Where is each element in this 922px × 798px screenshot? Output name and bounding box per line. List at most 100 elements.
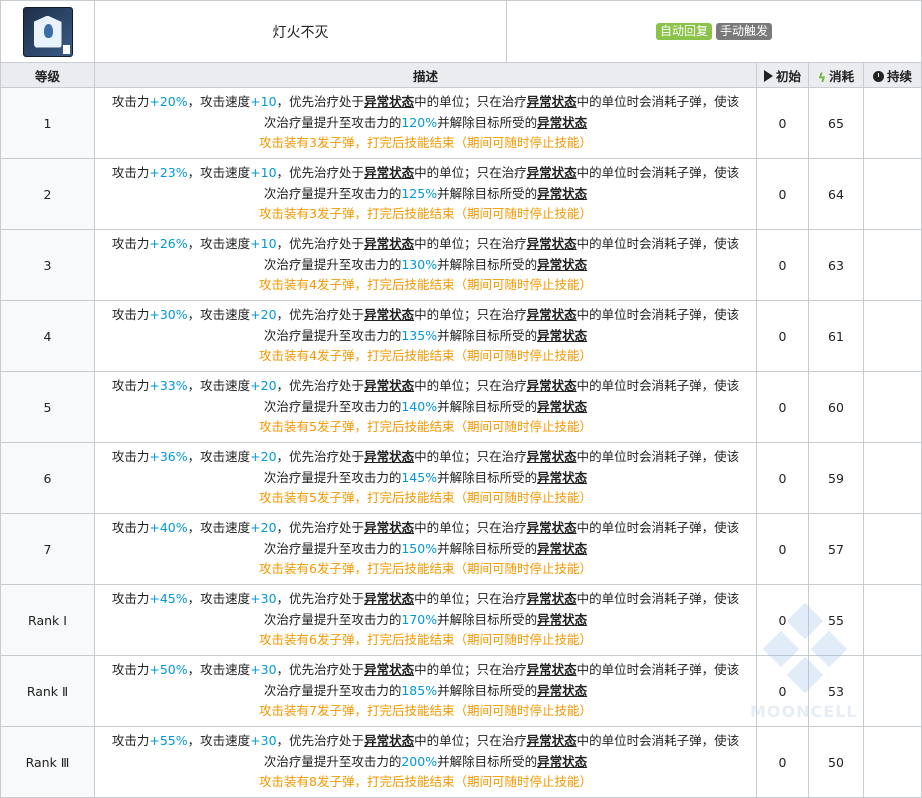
status-term-link[interactable]: 异常状态 <box>527 449 577 464</box>
status-term-link[interactable]: 异常状态 <box>537 754 587 769</box>
play-icon <box>763 69 773 82</box>
level-cell: Rank Ⅲ <box>0 726 95 798</box>
level-cell: 5 <box>0 371 95 443</box>
description-line-3: 攻击装有8发子弹，打完后技能结束（期间可随时停止技能） <box>259 774 592 790</box>
status-term-link[interactable]: 异常状态 <box>537 399 587 414</box>
status-term-link[interactable]: 异常状态 <box>364 94 414 109</box>
aspd-value: +20 <box>250 449 277 465</box>
sp-cost-cell: 57 <box>808 513 864 585</box>
status-term-link[interactable]: 异常状态 <box>537 541 587 556</box>
status-term-link[interactable]: 异常状态 <box>537 186 587 201</box>
status-term-link[interactable]: 异常状态 <box>537 612 587 627</box>
sp-cost-cell: 55 <box>808 584 864 656</box>
heal-value: 140% <box>401 398 438 414</box>
status-term-link[interactable]: 异常状态 <box>364 165 414 180</box>
table-row: 1 攻击力+20%，攻击速度+10，优先治疗处于异常状态中的单位；只在治疗异常状态… <box>0 87 922 159</box>
status-term-link[interactable]: 异常状态 <box>527 520 577 535</box>
status-term-link[interactable]: 异常状态 <box>527 591 577 606</box>
status-term-link[interactable]: 异常状态 <box>537 257 587 272</box>
status-term-link[interactable]: 异常状态 <box>364 449 414 464</box>
status-term-link[interactable]: 异常状态 <box>527 662 577 677</box>
initial-sp-cell: 0 <box>756 726 809 798</box>
description-line-3: 攻击装有3发子弹，打完后技能结束（期间可随时停止技能） <box>259 206 592 222</box>
status-term-link[interactable]: 异常状态 <box>364 591 414 606</box>
aspd-value: +10 <box>250 165 277 181</box>
ammo-value: 4 <box>309 277 317 293</box>
description-cell: 攻击力+36%，攻击速度+20，优先治疗处于异常状态中的单位；只在治疗异常状态中… <box>94 442 757 514</box>
status-term-link[interactable]: 异常状态 <box>364 378 414 393</box>
ammo-value: 6 <box>309 632 317 648</box>
description-line-2: 次治疗量提升至攻击力的125%并解除目标所受的异常状态 <box>263 185 588 201</box>
atk-value: +20% <box>149 94 188 110</box>
status-term-link[interactable]: 异常状态 <box>527 94 577 109</box>
description-cell: 攻击力+50%，攻击速度+30，优先治疗处于异常状态中的单位；只在治疗异常状态中… <box>94 655 757 727</box>
description-line-3: 攻击装有5发子弹，打完后技能结束（期间可随时停止技能） <box>259 419 592 435</box>
sp-cost-cell: 63 <box>808 229 864 301</box>
description-line-2: 次治疗量提升至攻击力的170%并解除目标所受的异常状态 <box>263 611 588 627</box>
description-line-3: 攻击装有6发子弹，打完后技能结束（期间可随时停止技能） <box>259 632 592 648</box>
level-cell: 4 <box>0 300 95 372</box>
status-term-link[interactable]: 异常状态 <box>537 328 587 343</box>
description-cell: 攻击力+30%，攻击速度+20，优先治疗处于异常状态中的单位；只在治疗异常状态中… <box>94 300 757 372</box>
aspd-value: +30 <box>250 591 277 607</box>
sp-cost-cell: 65 <box>808 87 864 159</box>
status-term-link[interactable]: 异常状态 <box>527 165 577 180</box>
heal-value: 150% <box>401 540 438 556</box>
level-cell: 3 <box>0 229 95 301</box>
status-term-link[interactable]: 异常状态 <box>537 683 587 698</box>
table-row: 2 攻击力+23%，攻击速度+10，优先治疗处于异常状态中的单位；只在治疗异常状态… <box>0 158 922 230</box>
atk-value: +55% <box>149 733 188 749</box>
status-term-link[interactable]: 异常状态 <box>364 733 414 748</box>
description-cell: 攻击力+33%，攻击速度+20，优先治疗处于异常状态中的单位；只在治疗异常状态中… <box>94 371 757 443</box>
status-term-link[interactable]: 异常状态 <box>364 520 414 535</box>
status-term-link[interactable]: 异常状态 <box>537 470 587 485</box>
description-line-2: 次治疗量提升至攻击力的145%并解除目标所受的异常状态 <box>263 469 588 485</box>
description-cell: 攻击力+23%，攻击速度+10，优先治疗处于异常状态中的单位；只在治疗异常状态中… <box>94 158 757 230</box>
heal-value: 130% <box>401 256 438 272</box>
atk-value: +26% <box>149 236 188 252</box>
duration-cell <box>862 655 922 727</box>
table-row: Rank Ⅱ 攻击力+50%，攻击速度+30，优先治疗处于异常状态中的单位；只在治… <box>0 655 922 727</box>
atk-value: +33% <box>149 378 188 394</box>
level-cell: Rank Ⅱ <box>0 655 95 727</box>
bolt-icon: ϟ <box>817 69 827 85</box>
heal-value: 200% <box>401 753 438 769</box>
ammo-value: 8 <box>309 774 317 790</box>
description-line-2: 次治疗量提升至攻击力的200%并解除目标所受的异常状态 <box>263 753 588 769</box>
skill-icon-cell <box>0 0 95 63</box>
status-term-link[interactable]: 异常状态 <box>527 378 577 393</box>
heal-value: 185% <box>401 682 438 698</box>
aspd-value: +10 <box>250 236 277 252</box>
description-line-2: 次治疗量提升至攻击力的150%并解除目标所受的异常状态 <box>263 540 588 556</box>
status-term-link[interactable]: 异常状态 <box>527 236 577 251</box>
ammo-value: 6 <box>309 561 317 577</box>
duration-cell <box>862 442 922 514</box>
skill-header-row: 灯火不灭 自动回复 手动触发 <box>0 0 922 63</box>
description-line-1: 攻击力+45%，攻击速度+30，优先治疗处于异常状态中的单位；只在治疗异常状态中… <box>111 591 740 607</box>
level-cell: 1 <box>0 87 95 159</box>
description-line-1: 攻击力+36%，攻击速度+20，优先治疗处于异常状态中的单位；只在治疗异常状态中… <box>111 449 740 465</box>
description-line-1: 攻击力+55%，攻击速度+30，优先治疗处于异常状态中的单位；只在治疗异常状态中… <box>111 733 740 749</box>
duration-cell <box>862 584 922 656</box>
table-row: 7 攻击力+40%，攻击速度+20，优先治疗处于异常状态中的单位；只在治疗异常状态… <box>0 513 922 585</box>
atk-value: +45% <box>149 591 188 607</box>
description-line-3: 攻击装有4发子弹，打完后技能结束（期间可随时停止技能） <box>259 348 592 364</box>
ammo-value: 3 <box>309 206 317 222</box>
header-cost: ϟ 消耗 <box>808 62 864 88</box>
ammo-value: 5 <box>309 419 317 435</box>
table-row: 6 攻击力+36%，攻击速度+20，优先治疗处于异常状态中的单位；只在治疗异常状态… <box>0 442 922 514</box>
status-term-link[interactable]: 异常状态 <box>364 307 414 322</box>
status-term-link[interactable]: 异常状态 <box>537 115 587 130</box>
heal-value: 170% <box>401 611 438 627</box>
status-term-link[interactable]: 异常状态 <box>527 733 577 748</box>
status-term-link[interactable]: 异常状态 <box>364 662 414 677</box>
status-term-link[interactable]: 异常状态 <box>364 236 414 251</box>
tag-auto-recovery: 自动回复 <box>656 23 713 40</box>
aspd-value: +20 <box>250 520 277 536</box>
level-cell: 7 <box>0 513 95 585</box>
sp-cost-cell: 61 <box>808 300 864 372</box>
status-term-link[interactable]: 异常状态 <box>527 307 577 322</box>
description-line-3: 攻击装有4发子弹，打完后技能结束（期间可随时停止技能） <box>259 277 592 293</box>
initial-sp-cell: 0 <box>756 158 809 230</box>
description-cell: 攻击力+55%，攻击速度+30，优先治疗处于异常状态中的单位；只在治疗异常状态中… <box>94 726 757 798</box>
